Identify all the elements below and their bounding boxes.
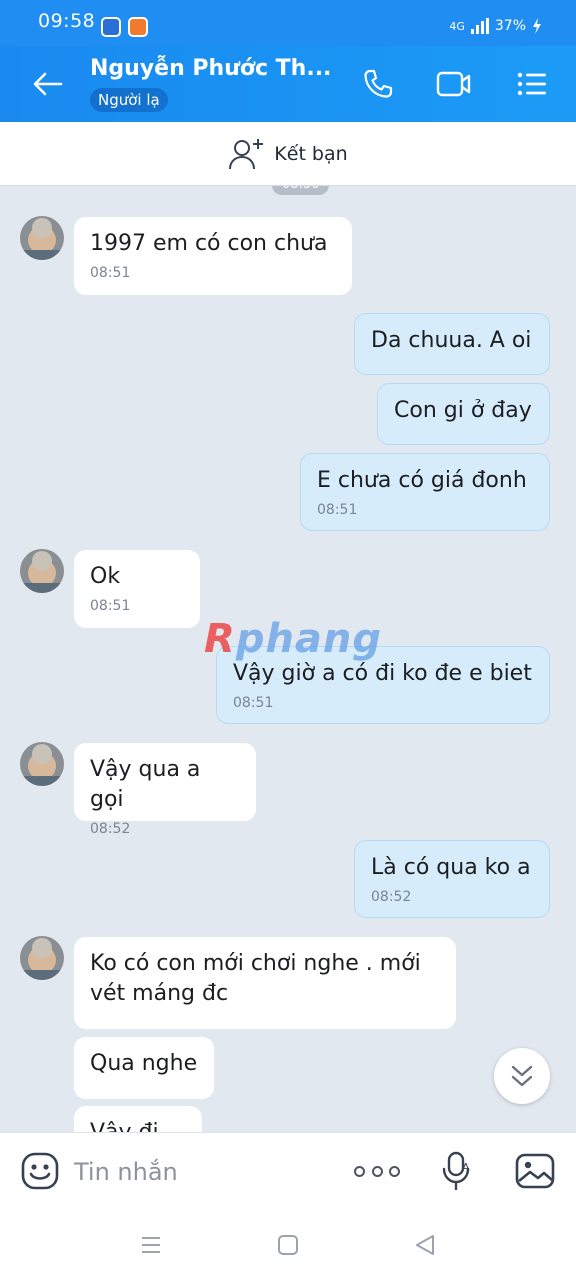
add-friend-bar[interactable]: Kết bạn (0, 122, 576, 186)
system-nav-bar (0, 1210, 576, 1280)
emoji-button[interactable] (20, 1151, 60, 1191)
message-composer: A (0, 1132, 576, 1210)
message-bubble[interactable]: E chưa có giá đonh 08:51 (300, 453, 550, 531)
back-arrow-icon (33, 72, 63, 96)
svg-text:A: A (462, 1161, 470, 1174)
contact-name[interactable]: Nguyễn Phước Th... (90, 56, 331, 81)
back-button[interactable] (26, 66, 70, 102)
message-time: 08:51 (90, 598, 131, 614)
network-type: 4G (449, 19, 465, 33)
battery-charging-icon (533, 18, 541, 34)
battery-level: 37% (494, 18, 526, 34)
sender-avatar[interactable] (20, 936, 64, 980)
message-bubble[interactable]: Da chuua. A oi (354, 313, 550, 375)
chat-header: Nguyễn Phước Th... Người lạ (0, 46, 576, 122)
message-bubble[interactable]: Vậy qua a gọi 08:52 (74, 743, 256, 837)
phone-icon (364, 69, 393, 98)
message-bubble[interactable]: Vậy đi (74, 1106, 202, 1132)
add-person-icon (229, 138, 264, 169)
sender-avatar[interactable] (20, 216, 64, 260)
message-text: Vậy qua a gọi (90, 757, 201, 812)
message-bubble[interactable]: Là có qua ko a 08:52 (354, 840, 550, 918)
status-indicators: 4G 37% (449, 18, 542, 34)
message-time: 08:52 (371, 889, 412, 905)
message-text: Ok (90, 564, 121, 589)
status-bar: 09:58 4G 37% (0, 0, 576, 46)
message-text: 1997 em có con chưa (90, 231, 328, 256)
message-time: 08:51 (317, 502, 358, 518)
sender-avatar[interactable] (20, 742, 64, 786)
message-time: 08:51 (90, 265, 131, 281)
triangle-back-icon (416, 1235, 434, 1255)
chevron-down-icon (511, 1065, 533, 1087)
signal-icon (470, 18, 489, 34)
message-bubble[interactable]: Ok 08:51 (74, 550, 200, 628)
video-icon (436, 71, 471, 97)
more-button[interactable] (354, 1155, 400, 1187)
message-bubble[interactable]: 1997 em có con chưa 08:51 (74, 217, 352, 295)
message-text: Da chuua. A oi (371, 328, 532, 353)
recent-apps-button[interactable] (136, 1230, 166, 1260)
menu-lines-icon (142, 1237, 160, 1253)
menu-icon (517, 72, 546, 96)
video-call-button[interactable] (434, 66, 474, 102)
emoji-icon (21, 1152, 59, 1190)
more-icon (354, 1165, 365, 1177)
call-button[interactable] (358, 66, 398, 102)
message-text: Vậy đi (90, 1118, 186, 1132)
status-time: 09:58 (38, 10, 96, 32)
message-text: Là có qua ko a (371, 855, 531, 880)
watermark-logo: Rphang (204, 616, 383, 662)
back-nav-button[interactable] (410, 1230, 440, 1260)
voice-button[interactable]: A (440, 1151, 476, 1191)
square-icon (278, 1235, 298, 1255)
time-separator: 08:50 (272, 186, 330, 195)
image-button[interactable] (514, 1151, 556, 1191)
home-button[interactable] (273, 1230, 303, 1260)
add-friend-label: Kết bạn (274, 142, 348, 165)
message-text: Ko có con mới chơi nghe . mới vét máng đ… (90, 951, 421, 1006)
message-text: Qua nghe (90, 1051, 198, 1076)
message-time: 08:51 (233, 695, 274, 711)
scroll-to-bottom-button[interactable] (494, 1048, 550, 1104)
message-text: Vậy giờ a có đi ko đe e biet (233, 661, 532, 686)
sender-avatar[interactable] (20, 549, 64, 593)
message-input[interactable] (74, 1153, 324, 1191)
message-time: 08:52 (90, 821, 131, 837)
app-notification-icon (101, 17, 121, 37)
message-text: Con gi ở đay (394, 398, 532, 423)
message-bubble[interactable]: Ko có con mới chơi nghe . mới vét máng đ… (74, 937, 456, 1029)
image-icon (515, 1153, 555, 1189)
options-button[interactable] (512, 66, 552, 102)
message-text: E chưa có giá đonh (317, 468, 527, 493)
message-bubble[interactable]: Con gi ở đay (377, 383, 550, 445)
mic-icon: A (442, 1151, 470, 1191)
stranger-badge: Người lạ (90, 88, 168, 112)
app-notification-icon-2 (128, 17, 148, 37)
message-bubble[interactable]: Qua nghe (74, 1037, 214, 1099)
